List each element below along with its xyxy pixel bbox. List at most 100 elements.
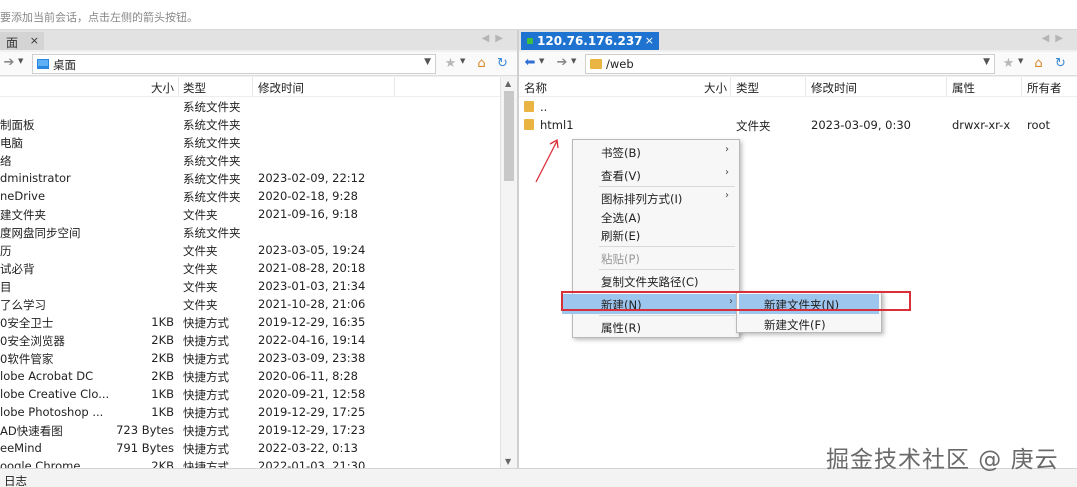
dropdown-caret-icon[interactable]: ▼ (539, 57, 544, 65)
submenu-item[interactable]: 新建文件(F) (739, 314, 879, 334)
table-row[interactable]: lobe Creative Clo... 1KB 快捷方式 2020-09-21, 1… (0, 385, 517, 403)
dropdown-caret-icon[interactable]: ▼ (18, 57, 23, 65)
table-row[interactable]: 历 文件夹 2023-03-05, 19:24 (0, 241, 517, 259)
table-row[interactable]: lobe Acrobat DC 2KB 快捷方式 2020-06-11, 8:28 (0, 367, 517, 385)
scroll-down-icon[interactable]: ▼ (505, 457, 511, 466)
column-modified[interactable]: 修改时间 (258, 80, 304, 96)
bookmark-star-icon[interactable]: ★ (1001, 56, 1016, 71)
table-row[interactable]: .. (519, 98, 1077, 116)
menu-item[interactable]: 查看(V) › (575, 165, 737, 185)
back-arrow-icon[interactable]: ⬅ (523, 56, 537, 72)
menu-item[interactable]: 书签(B) › (575, 142, 737, 162)
dropdown-caret-icon[interactable]: ▼ (460, 57, 465, 65)
scrollbar-thumb[interactable] (504, 91, 514, 181)
file-name: eeMind (0, 441, 42, 455)
column-attributes[interactable]: 属性 (952, 80, 975, 96)
file-name: oogle Chrome (0, 459, 81, 468)
file-modified: 2022-04-16, 19:14 (258, 333, 366, 347)
table-row[interactable]: 建文件夹 文件夹 2021-09-16, 9:18 (0, 205, 517, 223)
remote-tabbar: 120.76.176.237 × ◀▶ (519, 30, 1077, 50)
file-name: 了么学习 (0, 298, 46, 312)
chevron-right-icon: › (725, 167, 729, 178)
tab-scroll-arrows-icon[interactable]: ◀▶ (1042, 33, 1069, 44)
menu-separator (599, 246, 735, 247)
menu-separator (599, 269, 735, 270)
column-owner[interactable]: 所有者 (1027, 80, 1062, 96)
file-modified: 2021-08-28, 20:18 (258, 261, 366, 275)
ftp-client-window: 要添加当前会话，点击左侧的箭头按钮。 面 × ◀▶ ➔ ▼ 桌面 ▼ ★ ▼ ⌂… (0, 0, 1077, 487)
forward-arrow-icon[interactable]: ➔ (2, 56, 16, 72)
column-name[interactable]: 名称 (524, 80, 547, 96)
tab-scroll-arrows-icon[interactable]: ◀▶ (482, 33, 509, 44)
table-row[interactable]: 0软件管家 2KB 快捷方式 2023-03-09, 23:38 (0, 349, 517, 367)
chevron-down-icon[interactable]: ▼ (983, 57, 990, 67)
file-name: 0安全浏览器 (0, 334, 65, 348)
log-label[interactable]: 日志 (4, 474, 27, 487)
column-modified[interactable]: 修改时间 (811, 80, 857, 96)
file-size: 2KB (151, 333, 174, 347)
file-name: 建文件夹 (0, 208, 46, 222)
file-type: 文件夹 (183, 244, 218, 258)
menu-item[interactable]: 全选(A) (575, 207, 737, 227)
remote-path-input[interactable]: /web ▼ (585, 54, 995, 74)
file-name: lobe Acrobat DC (0, 369, 94, 383)
file-type: 系统文件夹 (183, 172, 241, 186)
session-hint-text: 要添加当前会话，点击左侧的箭头按钮。 (0, 0, 1077, 30)
scroll-up-icon[interactable]: ▲ (505, 79, 511, 88)
forward-arrow-icon[interactable]: ➔ (555, 56, 569, 72)
close-icon[interactable]: × (30, 34, 39, 47)
file-type: 快捷方式 (183, 316, 229, 330)
local-scrollbar[interactable]: ▲ ▼ (500, 77, 517, 468)
table-row[interactable]: 0安全卫士 1KB 快捷方式 2019-12-29, 16:35 (0, 313, 517, 331)
table-row[interactable]: lobe Photoshop ... 1KB 快捷方式 2019-12-29, 17:… (0, 403, 517, 421)
table-row[interactable]: 电脑 系统文件夹 (0, 133, 517, 151)
column-type[interactable]: 类型 (183, 80, 206, 96)
menu-item[interactable]: 图标排列方式(I) › (575, 188, 737, 208)
refresh-icon[interactable]: ↻ (1053, 56, 1068, 71)
table-row[interactable]: 0安全浏览器 2KB 快捷方式 2022-04-16, 19:14 (0, 331, 517, 349)
tab-label: 面 (6, 36, 19, 50)
column-size[interactable]: 大小 (120, 80, 174, 96)
column-type[interactable]: 类型 (736, 80, 759, 96)
column-size[interactable]: 大小 (679, 80, 727, 96)
table-row[interactable]: 系统文件夹 (0, 97, 517, 115)
local-path-input[interactable]: 桌面 ▼ (32, 54, 436, 74)
home-folder-icon[interactable]: ⌂ (1031, 56, 1046, 71)
table-row[interactable]: eeMind 791 Bytes 快捷方式 2022-03-22, 0:13 (0, 439, 517, 457)
folder-icon (524, 101, 534, 112)
file-modified: 2019-12-29, 17:25 (258, 405, 366, 419)
annotation-highlight-box (561, 291, 911, 311)
refresh-icon[interactable]: ↻ (495, 56, 510, 71)
table-row[interactable]: 试必背 文件夹 2021-08-28, 20:18 (0, 259, 517, 277)
menu-item-label: 复制文件夹路径(C) (601, 275, 699, 289)
table-row[interactable]: 制面板 系统文件夹 (0, 115, 517, 133)
home-folder-icon[interactable]: ⌂ (474, 56, 489, 71)
table-row[interactable]: 目 文件夹 2023-01-03, 21:34 (0, 277, 517, 295)
table-row[interactable]: 度网盘同步空间 系统文件夹 (0, 223, 517, 241)
table-row[interactable]: AD快速看图 723 Bytes 快捷方式 2019-12-29, 17:23 (0, 421, 517, 439)
table-row[interactable]: dministrator 系统文件夹 2023-02-09, 22:12 (0, 169, 517, 187)
file-size: 1KB (151, 387, 174, 401)
file-name: 目 (0, 280, 12, 294)
table-row[interactable]: oogle Chrome 2KB 快捷方式 2022-01-03, 21:30 (0, 457, 517, 468)
file-name: 络 (0, 154, 12, 168)
menu-item[interactable]: 刷新(E) (575, 225, 737, 245)
dropdown-caret-icon[interactable]: ▼ (571, 57, 576, 65)
file-modified: 2023-03-05, 19:24 (258, 243, 366, 257)
table-row[interactable]: 络 系统文件夹 (0, 151, 517, 169)
connected-status-icon (527, 38, 533, 44)
table-row[interactable]: html1 文件夹 2023-03-09, 0:30 drwxr-xr-x root (519, 116, 1077, 134)
file-owner: root (1027, 118, 1051, 132)
menu-item[interactable]: 属性(R) (575, 317, 737, 337)
bookmark-star-icon[interactable]: ★ (443, 56, 458, 71)
chevron-down-icon[interactable]: ▼ (424, 57, 431, 67)
file-name: .. (540, 100, 548, 114)
table-row[interactable]: neDrive 系统文件夹 2020-02-18, 9:28 (0, 187, 517, 205)
tab-remote-session[interactable]: 120.76.176.237 × (521, 32, 659, 50)
dropdown-caret-icon[interactable]: ▼ (1018, 57, 1023, 65)
table-row[interactable]: 了么学习 文件夹 2021-10-28, 21:06 (0, 295, 517, 313)
close-icon[interactable]: × (645, 34, 654, 47)
menu-item[interactable]: 复制文件夹路径(C) (575, 271, 737, 291)
file-type: 快捷方式 (183, 460, 229, 468)
tab-local-desktop[interactable]: 面 × (0, 32, 44, 50)
